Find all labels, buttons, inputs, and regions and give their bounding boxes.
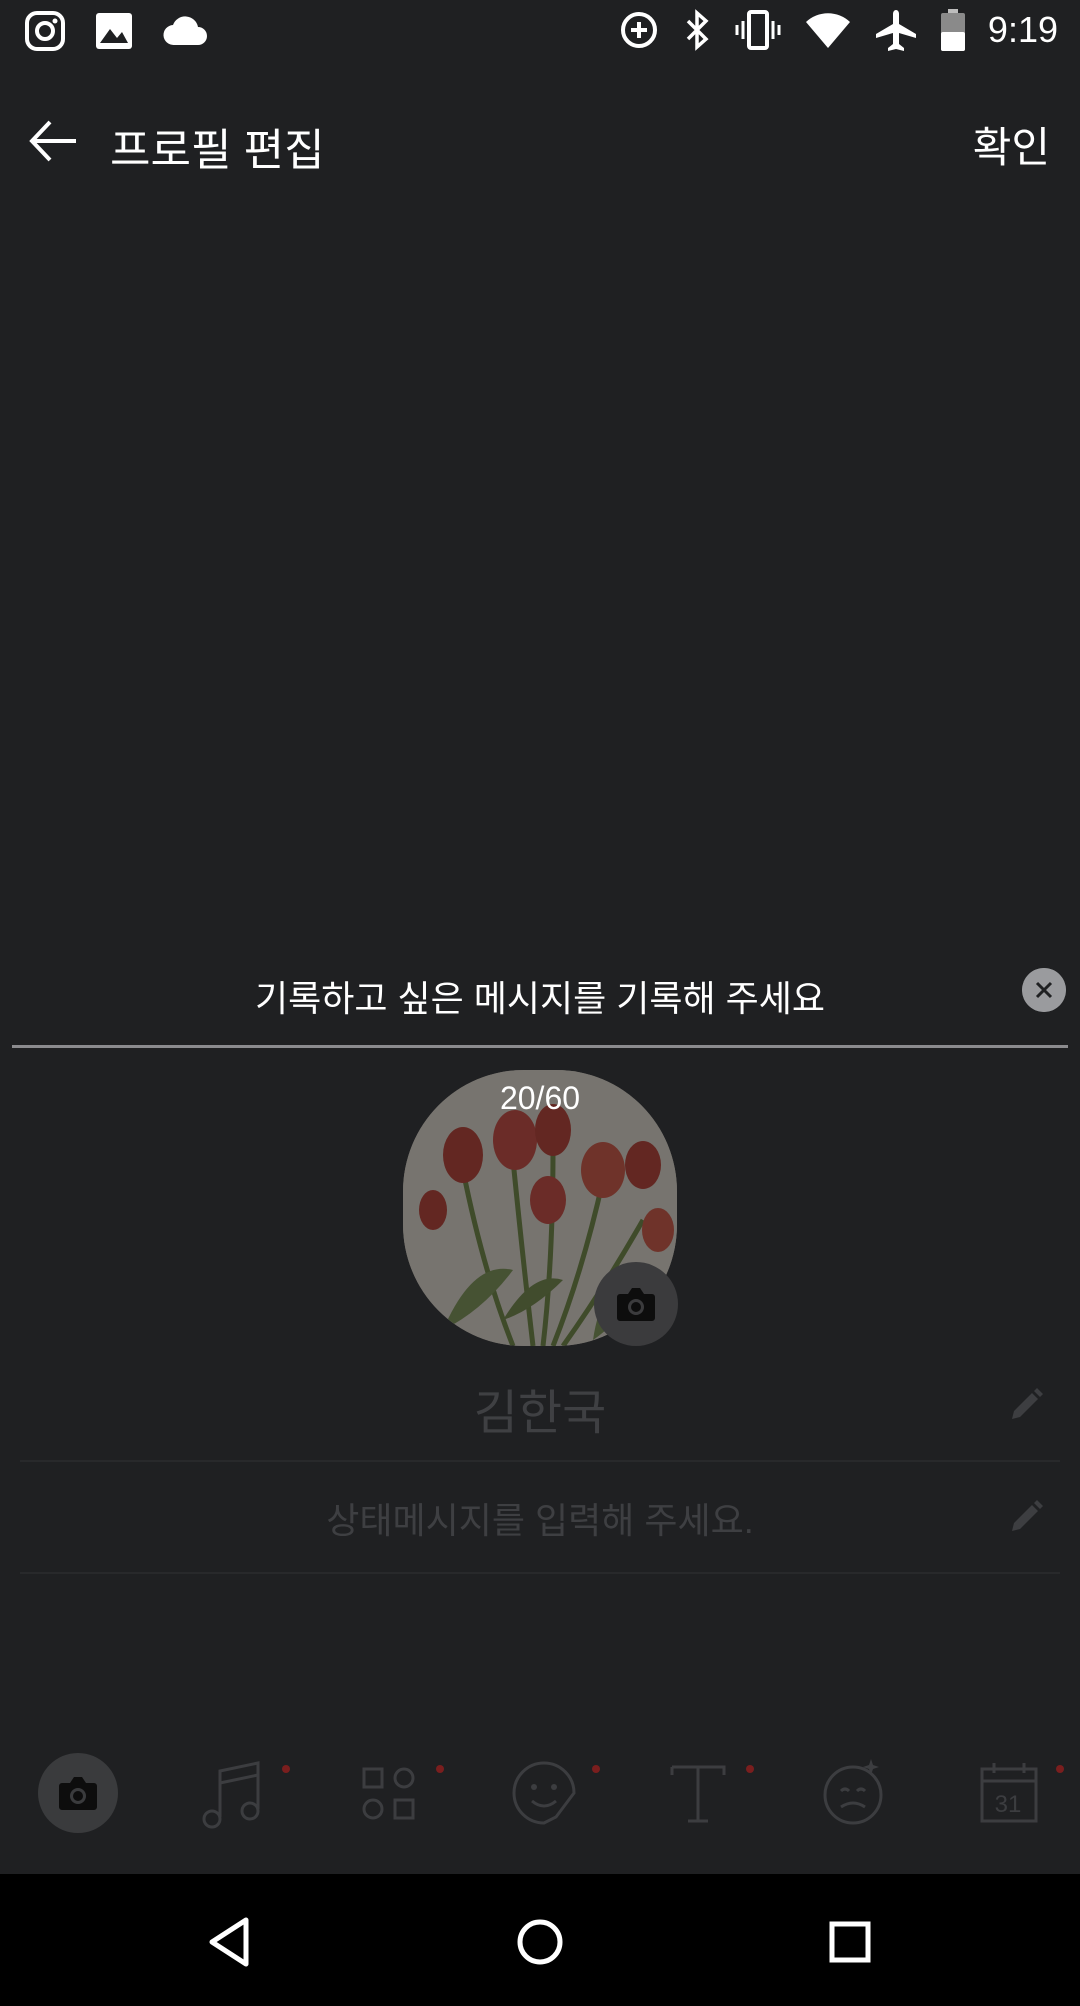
tool-grid-button[interactable] xyxy=(340,1745,444,1841)
status-bar: 9:19 xyxy=(0,0,1080,66)
clear-icon[interactable] xyxy=(1022,968,1066,1012)
confirm-button[interactable]: 확인 xyxy=(973,114,1050,175)
grid-icon xyxy=(362,1767,415,1820)
tool-music-button[interactable] xyxy=(186,1745,290,1841)
name-divider xyxy=(20,1460,1060,1462)
music-icon xyxy=(202,1761,260,1829)
tool-text-button[interactable] xyxy=(650,1745,754,1841)
text-icon xyxy=(670,1765,726,1823)
camera-icon xyxy=(59,1777,97,1810)
recents-square-icon[interactable] xyxy=(820,1912,880,1972)
battery-icon xyxy=(940,9,965,51)
bluetooth-icon xyxy=(686,9,709,51)
tool-sticker-button[interactable] xyxy=(496,1745,600,1841)
toolbar: 프로필 편집 확인 xyxy=(0,66,1080,216)
calendar-day: 31 xyxy=(994,1791,1022,1818)
airplane-icon xyxy=(875,10,916,51)
home-circle-icon[interactable] xyxy=(510,1912,570,1972)
new-dot xyxy=(1056,1765,1064,1773)
profile-name[interactable]: 김한국 xyxy=(0,1373,1080,1443)
emoji-icon xyxy=(823,1759,883,1825)
change-photo-button[interactable] xyxy=(594,1262,678,1346)
new-dot xyxy=(282,1765,290,1773)
tool-emoji-button[interactable] xyxy=(805,1745,901,1841)
system-navigation-bar xyxy=(0,1874,1080,2006)
status-message-input[interactable]: 상태메시지를 입력해 주세요. xyxy=(0,1492,1080,1544)
camera-icon xyxy=(617,1288,655,1321)
instagram-icon xyxy=(25,11,65,51)
page-title: 프로필 편집 xyxy=(110,126,325,175)
edit-name-pencil-icon[interactable] xyxy=(1006,1385,1046,1425)
image-icon xyxy=(96,13,132,49)
status-right-icons: 9:19 xyxy=(618,8,1058,52)
wifi-icon xyxy=(805,13,850,48)
back-triangle-icon[interactable] xyxy=(200,1912,260,1972)
decoration-toolbar: 31 xyxy=(0,1745,1080,1845)
clock: 9:19 xyxy=(987,9,1058,50)
vibrate-icon xyxy=(735,10,781,50)
message-input[interactable]: 기록하고 싶은 메시지를 기록해 주세요 xyxy=(12,950,1068,1048)
new-dot xyxy=(746,1765,754,1773)
new-dot xyxy=(436,1765,444,1773)
data-saver-icon xyxy=(620,12,657,48)
sticker-icon xyxy=(512,1761,576,1825)
new-dot xyxy=(592,1765,600,1773)
tool-camera-button[interactable] xyxy=(38,1753,118,1833)
status-left-icons xyxy=(24,10,208,52)
back-arrow-icon[interactable] xyxy=(24,116,84,166)
tool-calendar-button[interactable]: 31 xyxy=(960,1745,1064,1841)
status-divider xyxy=(20,1572,1060,1574)
message-input-text[interactable]: 기록하고 싶은 메시지를 기록해 주세요 xyxy=(12,970,1068,1022)
cloud-icon xyxy=(163,16,207,46)
character-counter: 20/60 xyxy=(499,1080,581,1116)
edit-status-pencil-icon[interactable] xyxy=(1006,1497,1046,1537)
